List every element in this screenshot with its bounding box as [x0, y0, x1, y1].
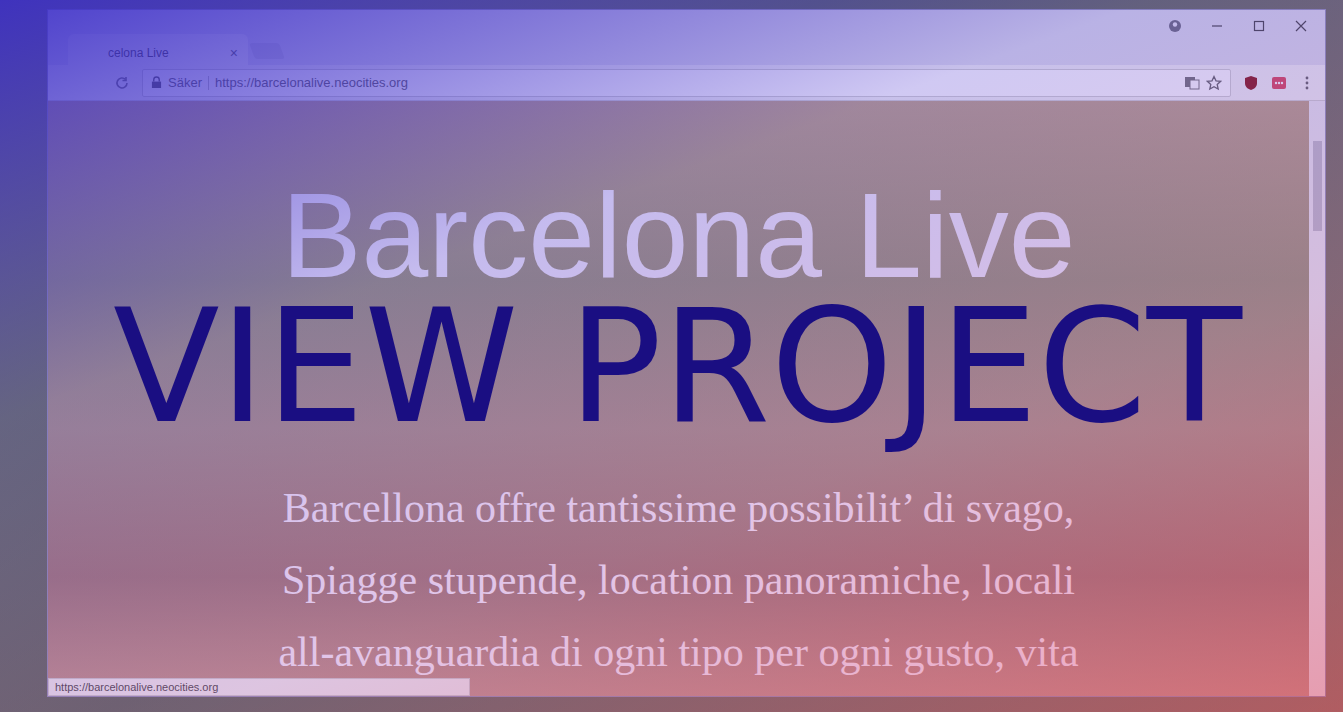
browser-tab[interactable]: celona Live × — [68, 34, 248, 65]
scrollbar[interactable] — [1309, 101, 1325, 696]
new-tab-button[interactable] — [249, 43, 285, 59]
lock-icon — [151, 76, 162, 89]
star-icon[interactable] — [1206, 75, 1222, 91]
reload-icon[interactable] — [114, 75, 130, 91]
profile-icon[interactable] — [1167, 18, 1183, 34]
minimize-icon[interactable] — [1209, 18, 1225, 34]
menu-icon[interactable] — [1299, 75, 1315, 91]
intro-paragraph: Barcellona offre tantissime possibilit’ … — [278, 472, 1078, 688]
translate-icon[interactable] — [1184, 75, 1200, 91]
separator — [208, 76, 209, 90]
maximize-icon[interactable] — [1251, 18, 1267, 34]
page-heading: Barcelona Live — [282, 169, 1076, 301]
url-text[interactable]: https://barcelonalive.neocities.org — [215, 75, 408, 90]
extension-icon[interactable] — [1271, 75, 1287, 91]
view-project-button[interactable]: VIEW PROJECT — [101, 289, 1242, 445]
window-controls — [1167, 10, 1325, 34]
title-bar: celona Live × — [48, 10, 1325, 65]
tab-close-button[interactable]: × — [230, 45, 238, 61]
paragraph-line: Barcellona offre tantissime possibilit’ … — [283, 472, 1075, 544]
security-label: Säker — [168, 75, 202, 90]
status-bar: https://barcelonalive.neocities.org — [48, 678, 470, 696]
address-bar[interactable]: Säker https://barcelonalive.neocities.or… — [142, 69, 1231, 97]
tab-strip: celona Live × — [48, 10, 282, 65]
paragraph-line: Spiagge stupende, location panoramiche, … — [282, 544, 1075, 616]
desktop-background: celona Live × Säker https://barcelonaliv… — [0, 0, 1343, 712]
ublock-icon[interactable] — [1243, 75, 1259, 91]
close-icon[interactable] — [1293, 18, 1309, 34]
scrollbar-thumb[interactable] — [1313, 141, 1322, 231]
overlay-layer: VIEW PROJECT — [0, 289, 1343, 445]
tab-title: celona Live — [108, 46, 169, 60]
toolbar: Säker https://barcelonalive.neocities.or… — [48, 65, 1325, 101]
